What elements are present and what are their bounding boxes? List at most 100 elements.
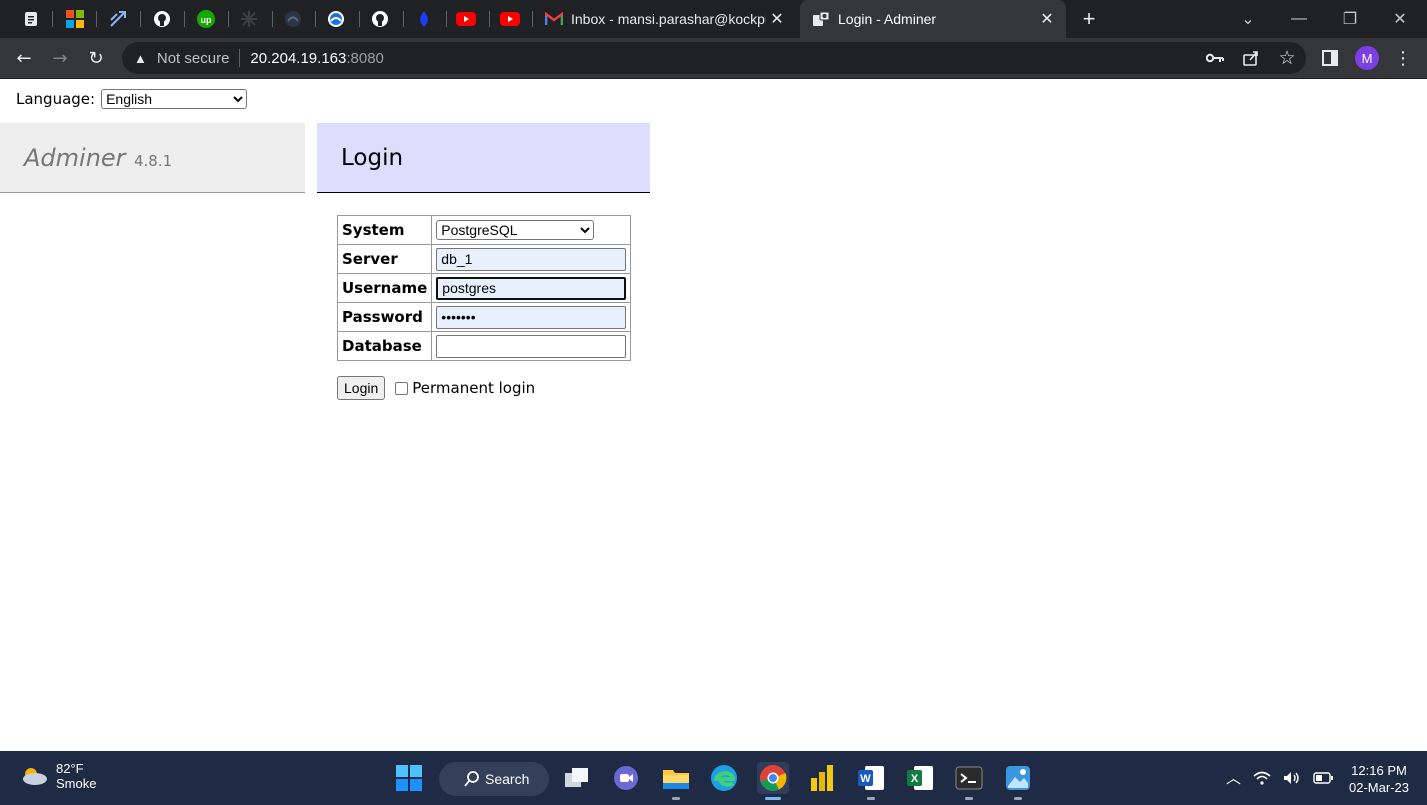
youtube-icon xyxy=(500,12,520,26)
close-tab-icon[interactable]: ✕ xyxy=(766,8,788,30)
word-icon: W xyxy=(858,766,884,790)
warning-triangle-icon[interactable]: ▲ xyxy=(134,51,147,66)
pinned-tab-youtube-2[interactable] xyxy=(499,8,521,30)
username-label: Username xyxy=(336,273,433,303)
chrome-browser-app[interactable] xyxy=(757,762,789,800)
adminer-version[interactable]: 4.8.1 xyxy=(134,152,172,170)
username-input[interactable] xyxy=(436,276,627,300)
weather-description: Smoke xyxy=(56,776,97,791)
power-bi-app[interactable] xyxy=(806,762,838,794)
taskbar-search[interactable]: Search xyxy=(439,762,549,796)
share-icon[interactable] xyxy=(1239,46,1263,70)
permanent-login-label[interactable]: Permanent login xyxy=(412,379,535,397)
github-icon xyxy=(372,11,388,27)
side-panel-icon[interactable] xyxy=(1318,46,1342,70)
document-icon xyxy=(25,12,37,26)
new-tab-button[interactable]: + xyxy=(1076,6,1102,32)
login-form-table: System PostgreSQL Server Username Passwo… xyxy=(336,215,632,361)
file-explorer-app[interactable] xyxy=(660,762,692,800)
username-cell xyxy=(431,273,632,303)
language-label: Language: xyxy=(16,90,96,108)
power-bi-icon xyxy=(811,765,833,791)
system-select[interactable]: PostgreSQL xyxy=(436,220,595,240)
task-view-button[interactable] xyxy=(561,762,593,794)
terminal-app[interactable] xyxy=(953,762,985,800)
more-menu-icon[interactable]: ⋮ xyxy=(1391,46,1415,70)
pinned-tab-github-2[interactable] xyxy=(369,8,391,30)
system-cell: PostgreSQL xyxy=(431,215,632,245)
pinned-tab-app3[interactable] xyxy=(325,8,347,30)
windows-taskbar: 82°F Smoke Search W X ︿ 12:16 PM 02-Mar-… xyxy=(0,751,1427,805)
reload-icon[interactable]: ↻ xyxy=(84,46,108,70)
photos-app[interactable] xyxy=(1002,762,1034,800)
grid-app-icon xyxy=(241,11,257,27)
microsoft-logo-icon xyxy=(66,10,84,28)
login-button[interactable]: Login xyxy=(337,376,386,400)
tab-separator xyxy=(446,11,447,27)
start-button[interactable] xyxy=(393,762,425,794)
running-indicator xyxy=(765,797,781,800)
arrows-app-icon xyxy=(110,11,126,27)
pinned-tab-app2[interactable] xyxy=(282,8,304,30)
excel-app[interactable]: X xyxy=(904,762,936,794)
running-indicator xyxy=(965,797,973,800)
excel-icon: X xyxy=(907,766,933,790)
security-status[interactable]: Not secure xyxy=(157,50,230,67)
tab-gmail-inbox[interactable]: Inbox - mansi.parashar@kockpit. ✕ xyxy=(533,0,796,38)
running-indicator xyxy=(672,797,680,800)
minimize-window-button[interactable]: — xyxy=(1275,0,1323,38)
permanent-login-checkbox[interactable] xyxy=(395,381,409,395)
wifi-icon[interactable] xyxy=(1253,771,1271,785)
bookmark-star-icon[interactable]: ☆ xyxy=(1275,46,1299,70)
database-cell xyxy=(431,331,632,361)
forward-arrow-icon[interactable]: → xyxy=(48,46,72,70)
close-tab-icon[interactable]: ✕ xyxy=(1036,8,1058,30)
word-app[interactable]: W xyxy=(855,762,887,800)
running-indicator xyxy=(867,797,875,800)
chevron-up-icon[interactable]: ︿ xyxy=(1226,767,1241,788)
tab-separator xyxy=(315,11,316,27)
form-row-database: Database xyxy=(336,331,632,361)
language-select[interactable]: English xyxy=(101,89,248,109)
blue-drop-app-icon xyxy=(420,11,428,27)
speaker-icon[interactable] xyxy=(1283,771,1301,785)
form-row-username: Username xyxy=(336,273,632,303)
adminer-menu-header: Adminer 4.8.1 xyxy=(0,123,305,193)
adminer-brand-link[interactable]: Adminer xyxy=(24,144,126,172)
battery-icon[interactable] xyxy=(1313,771,1334,784)
tab-title: Login - Adminer xyxy=(838,11,937,27)
restore-window-button[interactable]: ❐ xyxy=(1326,0,1374,38)
database-input[interactable] xyxy=(436,334,627,358)
teams-chat-app[interactable] xyxy=(610,762,642,794)
blue-circle-app-icon xyxy=(328,11,344,27)
search-icon xyxy=(464,771,479,787)
close-window-button[interactable]: ✕ xyxy=(1376,0,1424,38)
tab-separator xyxy=(489,11,490,27)
cloud-sun-icon xyxy=(23,768,47,785)
weather-widget[interactable]: 82°F Smoke xyxy=(20,761,96,791)
chat-camera-icon xyxy=(614,766,638,790)
back-arrow-icon[interactable]: ← xyxy=(12,46,36,70)
pinned-tab-upwork[interactable]: up xyxy=(195,8,217,30)
system-clock[interactable]: 12:16 PM 02-Mar-23 xyxy=(1340,762,1418,796)
pinned-tab-github[interactable] xyxy=(151,8,173,30)
pinned-tab-youtube[interactable] xyxy=(455,8,477,30)
pinned-tab-app[interactable] xyxy=(238,8,260,30)
pinned-tab-microsoft[interactable] xyxy=(64,8,86,30)
svg-text:W: W xyxy=(860,773,871,785)
server-input[interactable] xyxy=(436,247,627,271)
edge-browser-app[interactable] xyxy=(708,762,740,794)
running-indicator xyxy=(1014,797,1022,800)
pinned-tab-notes[interactable] xyxy=(20,8,42,30)
key-icon[interactable] xyxy=(1203,46,1227,70)
form-row-system: System PostgreSQL xyxy=(336,215,632,245)
tab-adminer-login[interactable]: Login - Adminer ✕ xyxy=(800,0,1066,38)
youtube-icon xyxy=(456,12,476,26)
profile-avatar[interactable]: M xyxy=(1355,46,1379,70)
pinned-tab-app4[interactable] xyxy=(413,8,435,30)
password-input[interactable] xyxy=(436,305,627,329)
tab-search-chevron-icon[interactable]: ⌄ xyxy=(1224,0,1272,38)
address-bar[interactable]: ▲ Not secure 20.204.19.163:8080 xyxy=(122,42,1306,74)
tab-separator xyxy=(403,11,404,27)
pinned-tab-tool[interactable] xyxy=(107,8,129,30)
